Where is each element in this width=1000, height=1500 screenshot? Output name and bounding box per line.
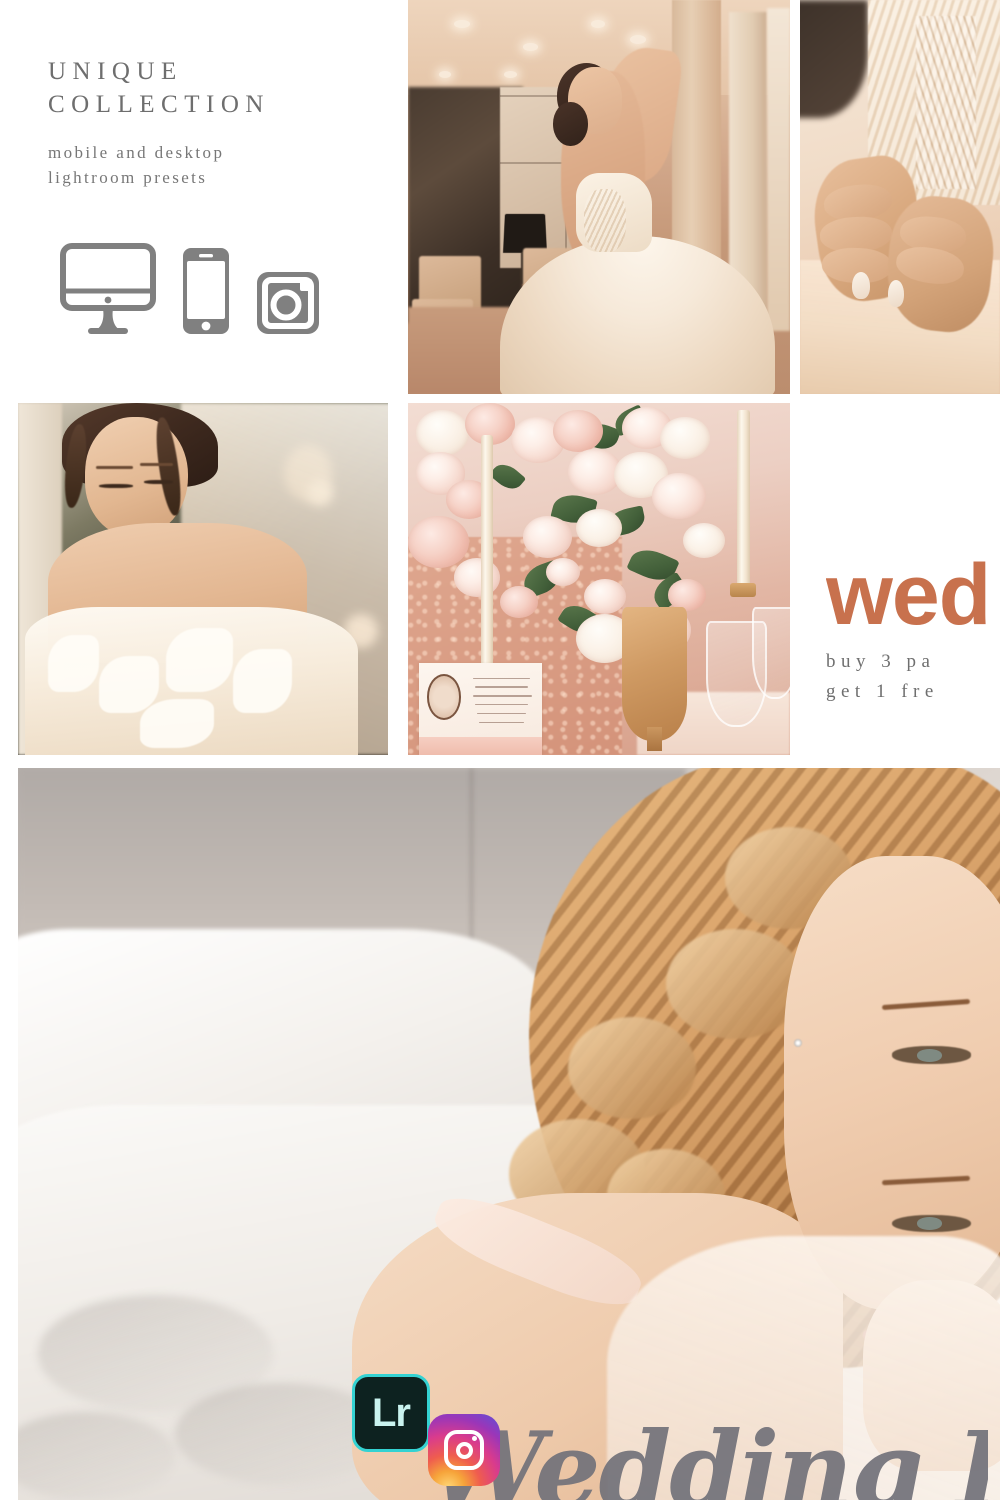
platform-icon-row — [60, 243, 320, 340]
promo-headline: wed — [826, 556, 991, 643]
script-wordmark: Wedding P — [428, 1418, 988, 1500]
desktop-monitor-icon — [60, 243, 156, 340]
subtitle-line-1: mobile and desktop — [48, 143, 225, 162]
header-text-block: UNIQUE COLLECTION mobile and desktop lig… — [48, 55, 388, 190]
gallery-photo-blonde-bride-bedroom — [18, 768, 1000, 1500]
preset-pack-promo-page: UNIQUE COLLECTION mobile and desktop lig… — [0, 0, 1000, 1500]
subtitle-line-2: lightroom presets — [48, 167, 208, 187]
adobe-lightroom-icon: Lr — [352, 1374, 430, 1452]
instagram-icon — [256, 271, 320, 340]
promo-offer-line-2: get 1 fre — [826, 680, 939, 702]
page-title-line-2: COLLECTION — [48, 91, 270, 118]
instagram-lens — [455, 1441, 473, 1459]
page-title-line-1: UNIQUE — [48, 58, 183, 85]
gallery-photo-bride-backless-gown — [408, 0, 790, 394]
instagram-camera-outline — [444, 1430, 484, 1470]
promo-offer-line-1: buy 3 pa — [826, 651, 936, 673]
gallery-photo-bride-with-veil — [18, 403, 388, 755]
gallery-photo-blush-rose-centerpiece — [408, 403, 790, 755]
gallery-photo-bride-hands-lace — [800, 0, 1000, 394]
lightroom-logo-label: Lr — [372, 1391, 411, 1435]
instagram-flash-dot — [472, 1436, 477, 1441]
instagram-logo-icon — [428, 1414, 500, 1486]
mobile-phone-icon — [182, 247, 230, 340]
promo-text-block: wed buy 3 pa get 1 fre — [826, 556, 1000, 706]
